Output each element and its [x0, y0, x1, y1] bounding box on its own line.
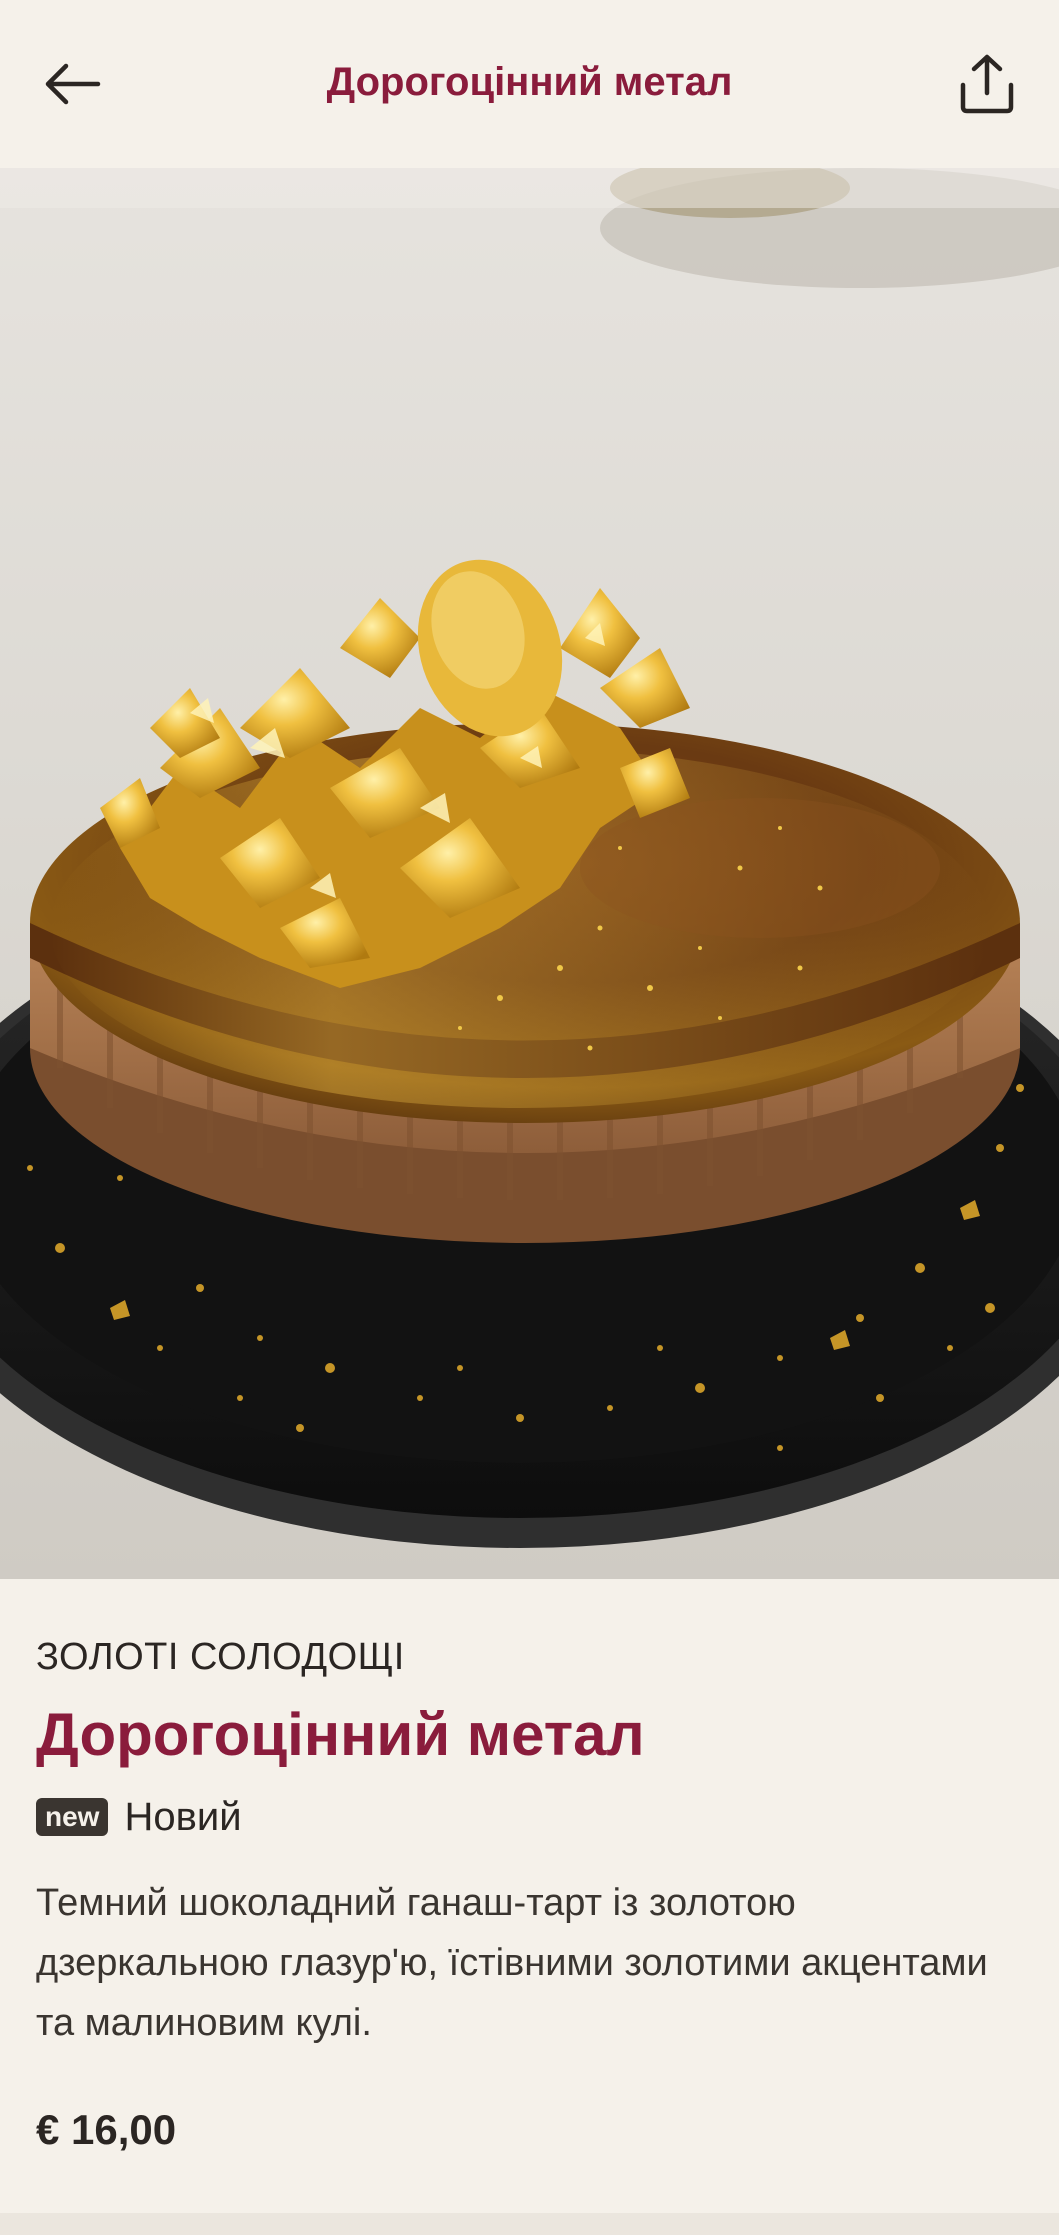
- product-title: Дорогоцінний метал: [36, 1701, 645, 1768]
- badge-row: new Новий: [36, 1789, 1023, 1845]
- product-price: € 16,00: [36, 2106, 177, 2153]
- share-button[interactable]: [943, 44, 1031, 124]
- header-title: Дорогоцінний метал: [326, 60, 733, 104]
- product-category: ЗОЛОТІ СОЛОДОЩІ: [36, 1636, 405, 1678]
- share-icon: [960, 54, 1014, 114]
- new-badge: new: [36, 1798, 109, 1836]
- top-app-bar: Дорогоцінний метал: [0, 0, 1059, 168]
- product-description: Темний шоколадний ганаш-тарт із золотою …: [36, 1882, 988, 2044]
- arrow-left-icon: [45, 63, 101, 105]
- back-button[interactable]: [28, 44, 116, 124]
- product-details: ЗОЛОТІ СОЛОДОЩІ Дорогоцінний метал new Н…: [36, 1579, 1023, 2157]
- badge-label: Новий: [124, 1795, 242, 1839]
- bottom-edge: [0, 2213, 1059, 2235]
- product-image: [0, 168, 1059, 1579]
